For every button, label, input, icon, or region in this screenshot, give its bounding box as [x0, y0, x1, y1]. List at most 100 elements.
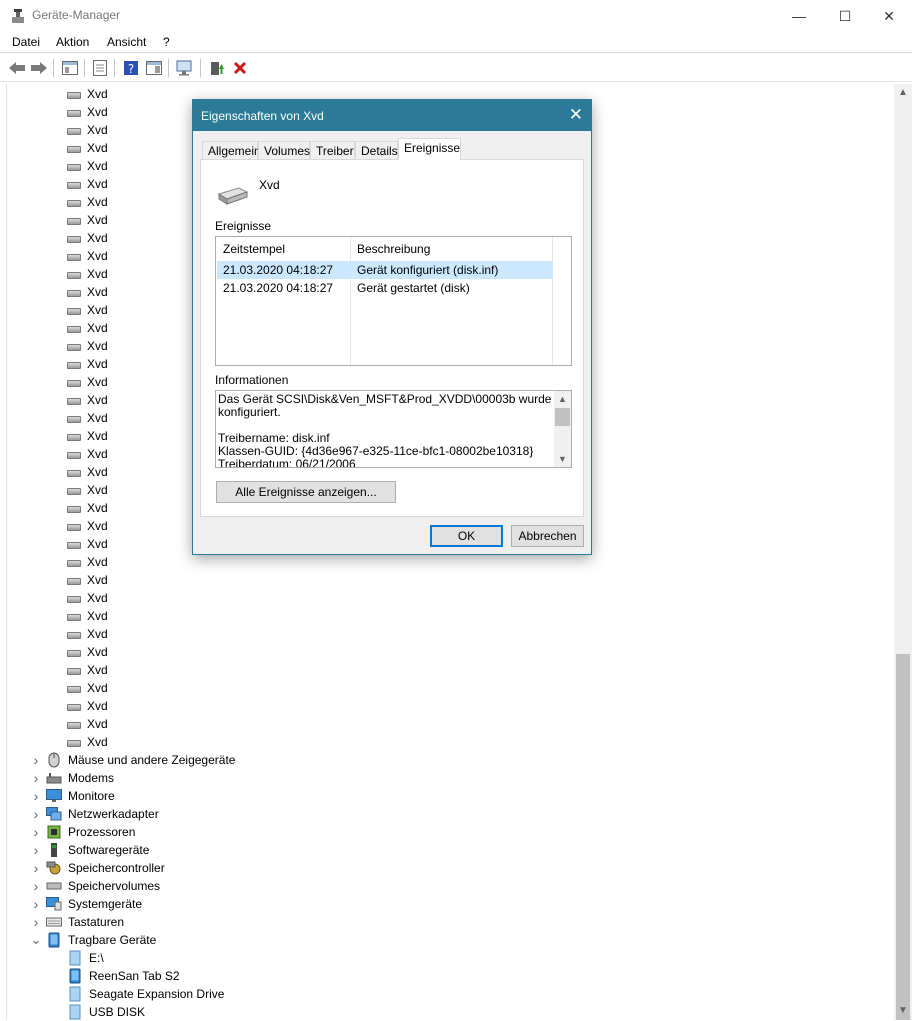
menu-datei[interactable]: Datei — [12, 35, 40, 49]
tree-category-network-adapter[interactable]: › Netzwerkadapter — [30, 805, 159, 823]
event-row[interactable]: 21.03.2020 04:18:27 Gerät konfiguriert (… — [217, 261, 553, 279]
tree-category-portable-device[interactable]: ⌄ Tragbare Geräte — [30, 931, 156, 949]
chevron-down-icon[interactable]: ⌄ — [30, 932, 42, 948]
info-scrollbar[interactable]: ▲ ▼ — [554, 391, 571, 467]
tree-item-xvd[interactable]: Xvd — [67, 481, 108, 499]
tree-category-mouse[interactable]: › Mäuse und andere Zeigegeräte — [30, 751, 236, 769]
update-driver-icon[interactable] — [207, 58, 227, 78]
tree-item-xvd[interactable]: Xvd — [67, 193, 108, 211]
chevron-right-icon[interactable]: › — [30, 752, 42, 768]
tab-details[interactable]: Details — [355, 141, 398, 160]
tree-item-xvd[interactable]: Xvd — [67, 121, 108, 139]
tree-item-xvd[interactable]: Xvd — [67, 103, 108, 121]
menu-help[interactable]: ? — [163, 35, 170, 49]
tree-scrollbar[interactable]: ▲ ▼ — [894, 84, 912, 1020]
chevron-right-icon[interactable]: › — [30, 860, 42, 876]
tree-category-modem[interactable]: › Modems — [30, 769, 114, 787]
tree-category-keyboard[interactable]: › Tastaturen — [30, 913, 124, 931]
tree-item-xvd[interactable]: Xvd — [67, 157, 108, 175]
tab-treiber[interactable]: Treiber — [310, 141, 355, 160]
tree-item-xvd[interactable]: Xvd — [67, 733, 108, 751]
tree-item-xvd[interactable]: Xvd — [67, 643, 108, 661]
column-zeitstempel[interactable]: Zeitstempel — [223, 242, 285, 256]
tree-item-xvd[interactable]: Xvd — [67, 697, 108, 715]
tree-item-xvd[interactable]: Xvd — [67, 427, 108, 445]
tab-allgemein[interactable]: Allgemein — [202, 141, 261, 160]
tab-volumes[interactable]: Volumes — [258, 141, 310, 160]
tree-item-xvd[interactable]: Xvd — [67, 319, 108, 337]
scroll-down-arrow-icon[interactable]: ▼ — [894, 1002, 912, 1020]
tree-item-portable-device[interactable]: Seagate Expansion Drive — [67, 985, 224, 1003]
scroll-up-arrow-icon[interactable]: ▲ — [894, 84, 912, 102]
show-all-events-button[interactable]: Alle Ereignisse anzeigen... — [216, 481, 396, 503]
tree-item-xvd[interactable]: Xvd — [67, 679, 108, 697]
properties-icon[interactable] — [90, 58, 110, 78]
tree-item-xvd[interactable]: Xvd — [67, 301, 108, 319]
tree-item-xvd[interactable]: Xvd — [67, 265, 108, 283]
event-row[interactable]: 21.03.2020 04:18:27 Gerät gestartet (dis… — [217, 279, 553, 297]
tree-category-storage-controller[interactable]: › Speichercontroller — [30, 859, 165, 877]
tree-item-xvd[interactable]: Xvd — [67, 355, 108, 373]
scan-hardware-icon[interactable] — [175, 58, 195, 78]
action-pane-icon[interactable] — [144, 58, 164, 78]
tree-item-xvd[interactable]: Xvd — [67, 283, 108, 301]
maximize-button[interactable]: ☐ — [822, 0, 868, 32]
chevron-right-icon[interactable]: › — [30, 770, 42, 786]
tree-item-xvd[interactable]: Xvd — [67, 391, 108, 409]
tree-item-xvd[interactable]: Xvd — [67, 571, 108, 589]
tree-item-xvd[interactable]: Xvd — [67, 445, 108, 463]
tree-item-xvd[interactable]: Xvd — [67, 85, 108, 103]
chevron-right-icon[interactable]: › — [30, 824, 42, 840]
back-arrow-icon[interactable] — [7, 58, 27, 78]
tree-item-xvd[interactable]: Xvd — [67, 553, 108, 571]
chevron-right-icon[interactable]: › — [30, 914, 42, 930]
cancel-button[interactable]: Abbrechen — [511, 525, 584, 547]
chevron-right-icon[interactable]: › — [30, 788, 42, 804]
tree-item-portable-device[interactable]: USB DISK — [67, 1003, 145, 1021]
tree-category-storage-volume[interactable]: › Speichervolumes — [30, 877, 160, 895]
tree-item-xvd[interactable]: Xvd — [67, 499, 108, 517]
chevron-right-icon[interactable]: › — [30, 842, 42, 858]
tree-item-xvd[interactable]: Xvd — [67, 175, 108, 193]
events-list[interactable]: Zeitstempel Beschreibung 21.03.2020 04:1… — [215, 236, 572, 366]
tree-category-system-device[interactable]: › Systemgeräte — [30, 895, 142, 913]
information-textbox[interactable]: Das Gerät SCSI\Disk&Ven_MSFT&Prod_XVDD\0… — [215, 390, 572, 468]
tree-item-xvd[interactable]: Xvd — [67, 409, 108, 427]
tree-item-xvd[interactable]: Xvd — [67, 247, 108, 265]
chevron-right-icon[interactable]: › — [30, 878, 42, 894]
tree-item-xvd[interactable]: Xvd — [67, 211, 108, 229]
uninstall-icon[interactable] — [230, 58, 250, 78]
tree-item-xvd[interactable]: Xvd — [67, 517, 108, 535]
column-beschreibung[interactable]: Beschreibung — [357, 242, 430, 256]
dialog-close-icon[interactable]: ✕ — [569, 105, 583, 125]
tab-ereignisse[interactable]: Ereignisse — [398, 138, 461, 160]
tree-item-xvd[interactable]: Xvd — [67, 625, 108, 643]
chevron-right-icon[interactable]: › — [30, 896, 42, 912]
menu-ansicht[interactable]: Ansicht — [107, 35, 146, 49]
show-hide-console-tree-icon[interactable] — [60, 58, 80, 78]
tree-item-xvd[interactable]: Xvd — [67, 661, 108, 679]
ok-button[interactable]: OK — [430, 525, 503, 547]
tree-category-software-device[interactable]: › Softwaregeräte — [30, 841, 150, 859]
info-scroll-down-icon[interactable]: ▼ — [554, 451, 571, 467]
tree-item-xvd[interactable]: Xvd — [67, 337, 108, 355]
help-icon[interactable]: ? — [121, 58, 141, 78]
tree-category-processor[interactable]: › Prozessoren — [30, 823, 136, 841]
forward-arrow-icon[interactable] — [29, 58, 49, 78]
tree-item-xvd[interactable]: Xvd — [67, 715, 108, 733]
scrollbar-thumb[interactable] — [896, 654, 910, 1020]
tree-item-xvd[interactable]: Xvd — [67, 373, 108, 391]
tree-item-xvd[interactable]: Xvd — [67, 139, 108, 157]
close-button[interactable]: ✕ — [866, 0, 912, 32]
info-scroll-up-icon[interactable]: ▲ — [554, 391, 571, 407]
tree-item-portable-device[interactable]: E:\ — [67, 949, 104, 967]
tree-category-monitor[interactable]: › Monitore — [30, 787, 115, 805]
tree-item-xvd[interactable]: Xvd — [67, 607, 108, 625]
tree-item-portable-device[interactable]: ReenSan Tab S2 — [67, 967, 180, 985]
chevron-right-icon[interactable]: › — [30, 806, 42, 822]
tree-item-xvd[interactable]: Xvd — [67, 463, 108, 481]
minimize-button[interactable]: — — [776, 0, 822, 32]
tree-item-xvd[interactable]: Xvd — [67, 229, 108, 247]
tree-item-xvd[interactable]: Xvd — [67, 589, 108, 607]
menu-aktion[interactable]: Aktion — [56, 35, 89, 49]
